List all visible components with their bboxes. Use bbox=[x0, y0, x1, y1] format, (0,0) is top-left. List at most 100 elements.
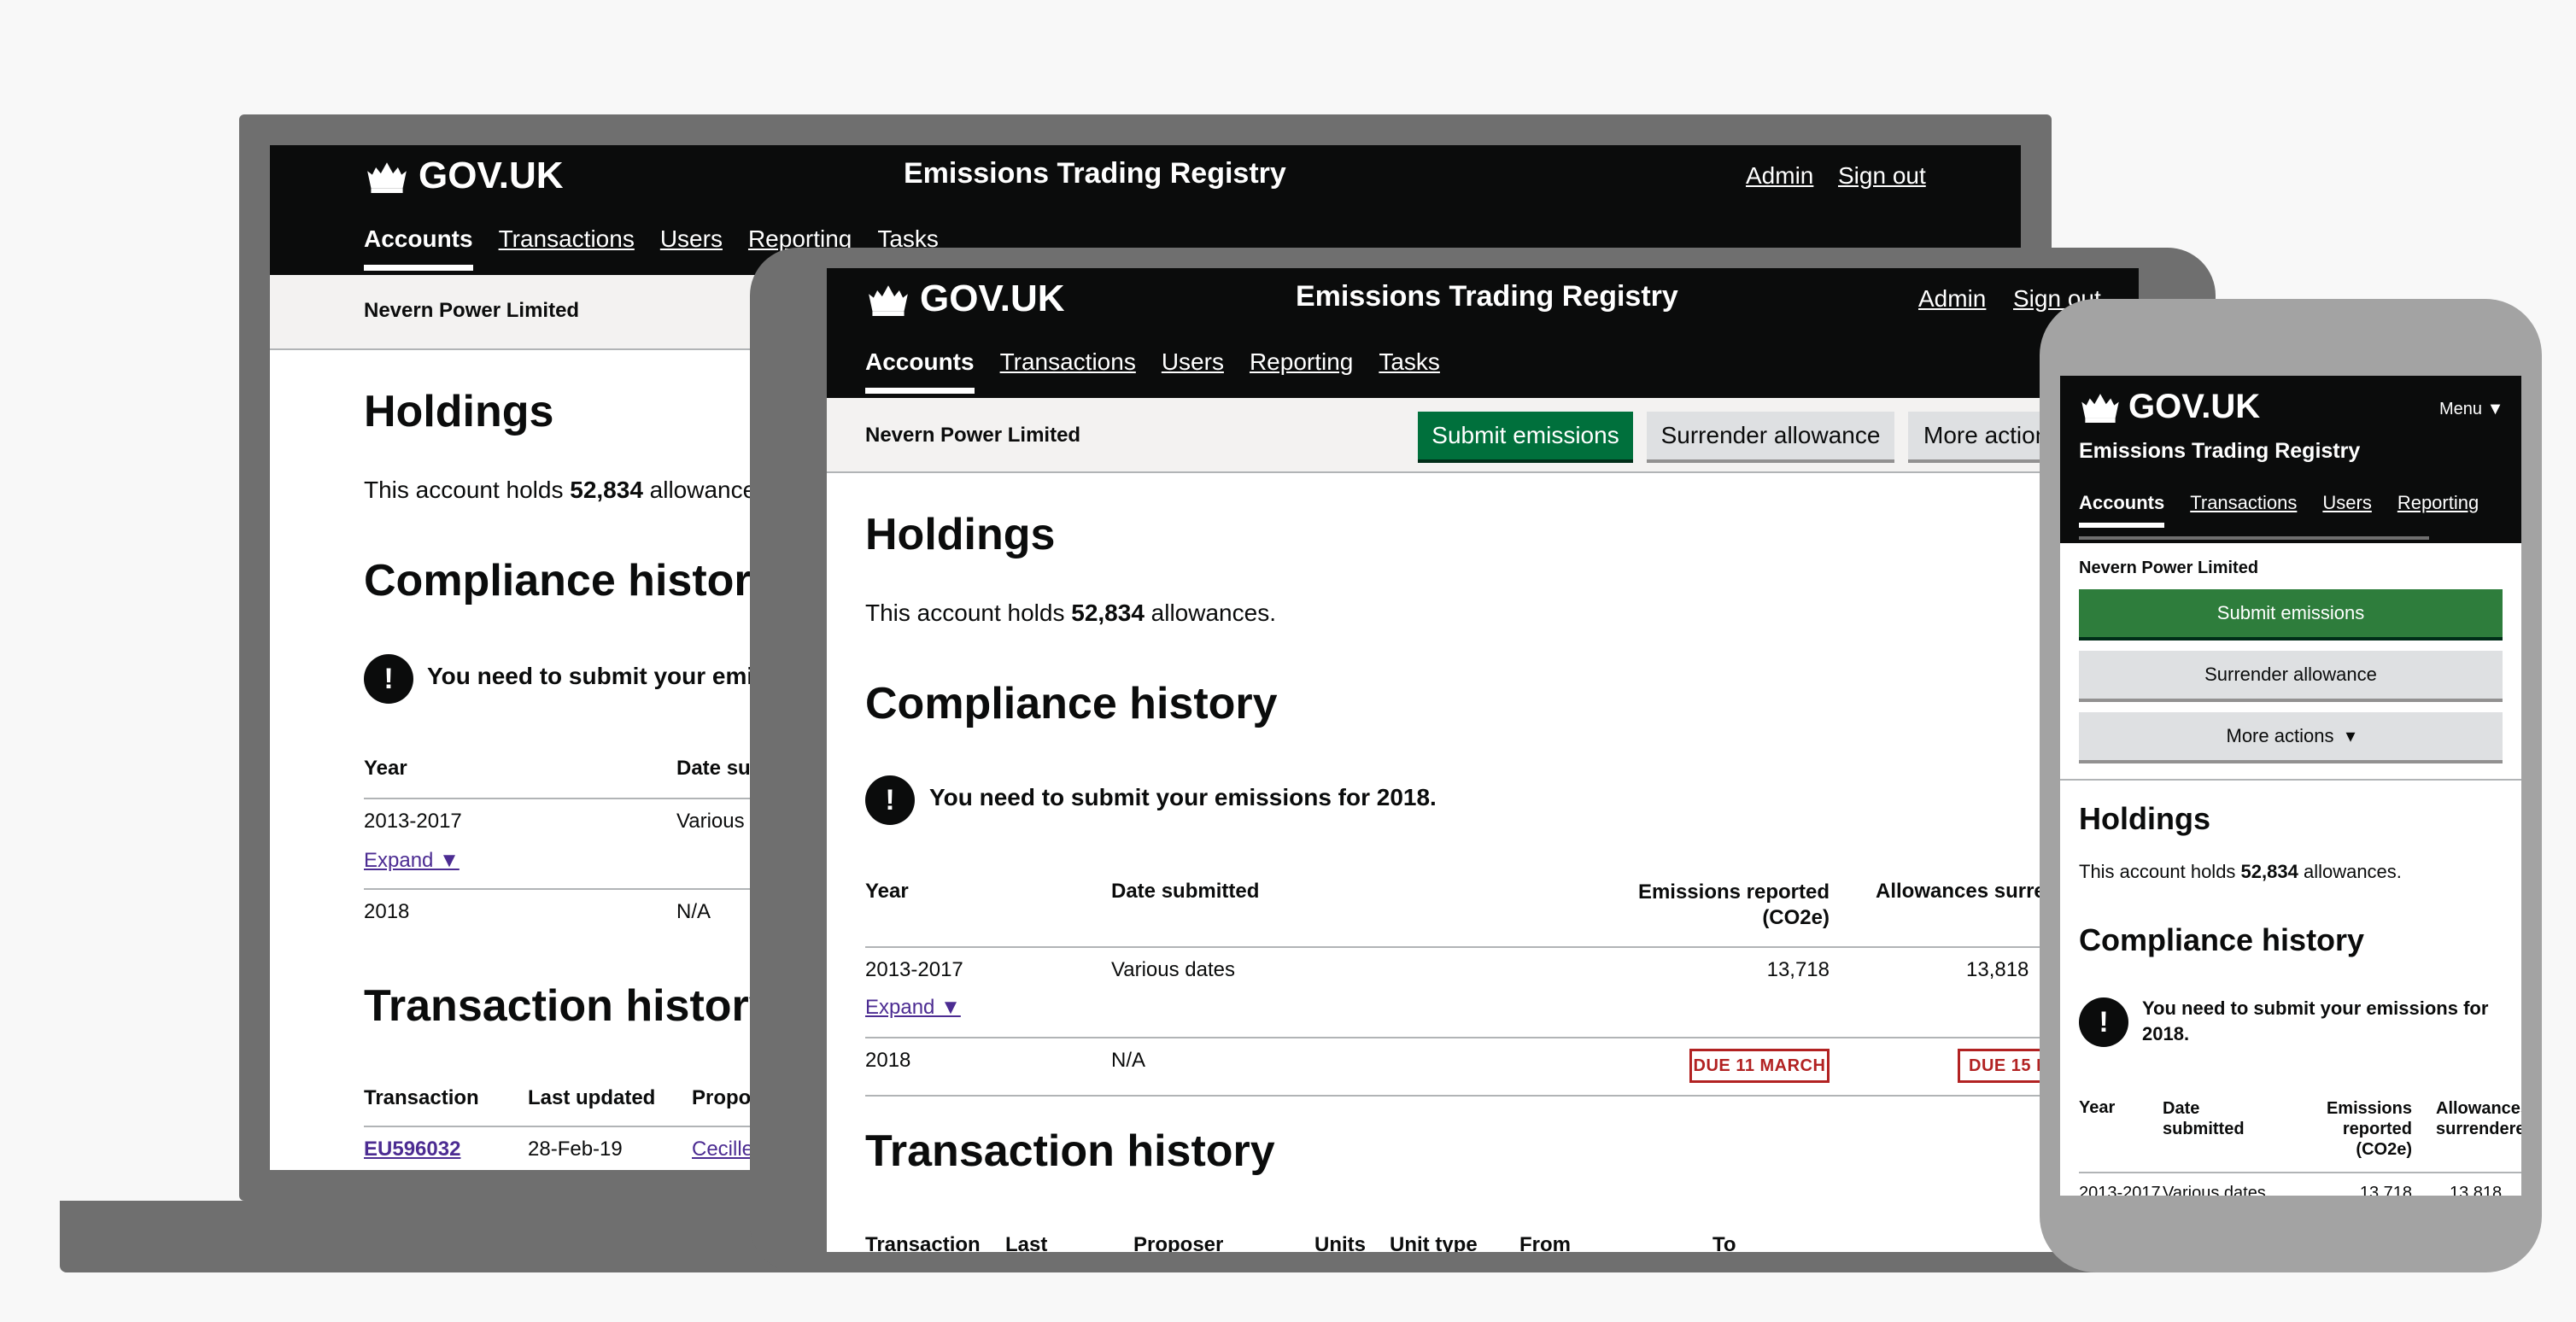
nav-transactions[interactable]: Transactions bbox=[2190, 492, 2297, 528]
col-from: From bbox=[1519, 1233, 1571, 1252]
holdings-heading: Holdings bbox=[865, 510, 1056, 559]
warning-icon: ! bbox=[364, 654, 413, 704]
logo-text: GOV.UK bbox=[2128, 387, 2261, 425]
transaction-updated: 28-Feb-19 bbox=[528, 1138, 623, 1161]
holdings-amount: 52,834 bbox=[570, 477, 643, 503]
more-actions-label: More actions bbox=[2226, 725, 2334, 746]
compliance-heading: Compliance history bbox=[364, 556, 776, 605]
transactions-heading: Transaction history bbox=[865, 1126, 1275, 1176]
holdings-suffix: allowances. bbox=[2298, 861, 2402, 882]
primary-nav: Accounts Transactions Users Reporting bbox=[2079, 492, 2479, 528]
row-year: 2013-2017 bbox=[364, 810, 462, 833]
nav-reporting[interactable]: Reporting bbox=[1250, 348, 1353, 394]
crown-icon bbox=[869, 285, 908, 316]
transactions-heading: Transaction history bbox=[364, 981, 774, 1031]
warning-icon: ! bbox=[865, 775, 915, 825]
nav-users[interactable]: Users bbox=[660, 225, 723, 271]
more-actions-button[interactable]: More actions ▾ bbox=[2079, 712, 2503, 763]
row-allowances: 13,818 bbox=[1966, 958, 2029, 981]
holdings-text: This account holds 52,834 allowances. bbox=[865, 600, 1276, 627]
row-year: 2018 bbox=[364, 900, 410, 923]
expand-link[interactable]: Expand ▼ bbox=[364, 849, 460, 873]
logo-text: GOV.UK bbox=[419, 155, 564, 196]
header: GOV.UK Emissions Trading Registry Admin … bbox=[827, 268, 2139, 398]
govuk-logo[interactable]: GOV.UK bbox=[2079, 386, 2260, 427]
warning-text: You need to submit your emissions for 20… bbox=[2142, 997, 2489, 1044]
service-name[interactable]: Emissions Trading Registry bbox=[904, 157, 1286, 190]
service-name[interactable]: Emissions Trading Registry bbox=[2079, 439, 2360, 464]
transaction-id-link[interactable]: EU596032 bbox=[364, 1138, 460, 1161]
holdings-prefix: This account holds bbox=[364, 477, 571, 503]
primary-nav: Accounts Transactions Users Reporting Ta… bbox=[865, 348, 1440, 394]
govuk-logo[interactable]: GOV.UK bbox=[364, 154, 564, 198]
crown-icon bbox=[367, 162, 407, 193]
crown-icon bbox=[2081, 394, 2119, 423]
row-year: 2013-2017 bbox=[865, 958, 963, 981]
nav-scroll-indicator[interactable] bbox=[2079, 536, 2429, 540]
row-year: 2018 bbox=[865, 1049, 911, 1072]
row-divider bbox=[865, 1095, 2139, 1097]
nav-accounts[interactable]: Accounts bbox=[865, 348, 975, 394]
admin-link[interactable]: Admin bbox=[1746, 162, 1813, 190]
proposer-link[interactable]: Cecille bbox=[692, 1138, 753, 1161]
nav-transactions[interactable]: Transactions bbox=[1000, 348, 1136, 394]
row-emissions: 13,718 bbox=[1766, 958, 1830, 981]
expand-link[interactable]: Expand ▼ bbox=[865, 996, 961, 1020]
account-name: Nevern Power Limited bbox=[2079, 559, 2259, 577]
holdings-text: This account holds 52,834 allowances. bbox=[2079, 861, 2402, 883]
logo-text: GOV.UK bbox=[920, 278, 1065, 319]
holdings-amount: 52,834 bbox=[1071, 600, 1145, 626]
row-emissions: 13,718 bbox=[2359, 1184, 2412, 1196]
row-allowances: 13,818 bbox=[2450, 1184, 2503, 1196]
col-proposer: Proposer bbox=[1133, 1233, 1224, 1252]
holdings-suffix: allowances. bbox=[1144, 600, 1276, 626]
nav-accounts[interactable]: Accounts bbox=[364, 225, 473, 271]
col-transaction: Transaction bbox=[865, 1233, 981, 1252]
submit-emissions-button[interactable]: Submit emissions bbox=[1418, 412, 1633, 463]
holdings-prefix: This account holds bbox=[2079, 861, 2241, 882]
warning-icon: ! bbox=[2079, 997, 2128, 1047]
col-emissions: Emissions reported (CO2e) bbox=[2326, 1099, 2412, 1159]
govuk-logo[interactable]: GOV.UK bbox=[865, 277, 1065, 321]
account-divider bbox=[2060, 779, 2521, 781]
col-to: To bbox=[1712, 1233, 1736, 1252]
chevron-down-icon: ▾ bbox=[2345, 725, 2356, 746]
nav-users[interactable]: Users bbox=[2322, 492, 2371, 528]
col-last: Last bbox=[1005, 1233, 1048, 1252]
col-allowances: Allowances surrendered bbox=[2436, 1099, 2521, 1138]
menu-button[interactable]: Menu ▼ bbox=[2439, 400, 2503, 419]
surrender-allowance-button[interactable]: Surrender allowance bbox=[1647, 412, 1894, 463]
holdings-amount: 52,834 bbox=[2240, 861, 2298, 882]
col-units: Units bbox=[1314, 1233, 1366, 1252]
nav-users[interactable]: Users bbox=[1162, 348, 1224, 394]
col-transaction: Transaction bbox=[364, 1086, 479, 1109]
holdings-text: This account holds 52,834 allowances. bbox=[364, 477, 775, 504]
holdings-prefix: This account holds bbox=[865, 600, 1072, 626]
col-year: Year bbox=[2079, 1098, 2116, 1117]
holdings-heading: Holdings bbox=[2079, 801, 2210, 836]
service-name[interactable]: Emissions Trading Registry bbox=[1296, 280, 1678, 313]
nav-accounts[interactable]: Accounts bbox=[2079, 492, 2165, 528]
account-name: Nevern Power Limited bbox=[865, 424, 1081, 447]
tablet-screen: GOV.UK Emissions Trading Registry Admin … bbox=[827, 268, 2139, 1252]
col-unit-type: Unit type bbox=[1390, 1233, 1478, 1252]
row-date: Various dates bbox=[1111, 958, 1235, 981]
compliance-heading: Compliance history bbox=[2079, 922, 2365, 957]
account-bar: Nevern Power Limited Submit emissions Su… bbox=[827, 398, 2139, 473]
submit-emissions-button[interactable]: Submit emissions bbox=[2079, 589, 2503, 641]
nav-transactions[interactable]: Transactions bbox=[499, 225, 635, 271]
nav-tasks[interactable]: Tasks bbox=[1379, 348, 1440, 394]
admin-link[interactable]: Admin bbox=[1918, 285, 1986, 313]
phone-screen: GOV.UK Menu ▼ Emissions Trading Registry… bbox=[2060, 376, 2521, 1196]
nav-reporting[interactable]: Reporting bbox=[2397, 492, 2479, 528]
col-date: Date submitted bbox=[2163, 1099, 2245, 1138]
sign-out-link[interactable]: Sign out bbox=[1838, 162, 1926, 190]
compliance-heading: Compliance history bbox=[865, 679, 1278, 728]
row-year: 2013-2017 bbox=[2079, 1184, 2161, 1196]
header: GOV.UK Menu ▼ Emissions Trading Registry… bbox=[2060, 376, 2521, 543]
holdings-heading: Holdings bbox=[364, 387, 554, 436]
row-date: N/A bbox=[1111, 1049, 1146, 1072]
surrender-allowance-button[interactable]: Surrender allowance bbox=[2079, 651, 2503, 702]
table-divider bbox=[2079, 1172, 2521, 1173]
col-date: Date submitted bbox=[1111, 880, 1260, 903]
